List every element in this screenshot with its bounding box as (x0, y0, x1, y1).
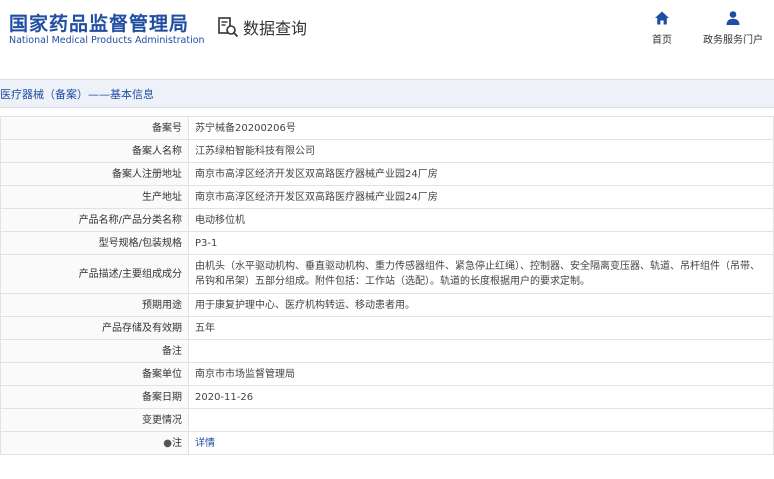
row-value (188, 408, 774, 432)
table-row: 备案人注册地址 南京市高淳区经济开发区双高路医疗器械产业园24厂房 (0, 162, 774, 186)
table-row: 备案单位 南京市市场监督管理局 (0, 362, 774, 386)
table-row: 产品描述/主要组成成分 由机头（水平驱动机构、垂直驱动机构、重力传感器组件、紧急… (0, 254, 774, 294)
row-value: 电动移位机 (188, 208, 774, 232)
row-value: 五年 (188, 316, 774, 340)
row-value: P3-1 (188, 231, 774, 255)
row-value: 南京市高淳区经济开发区双高路医疗器械产业园24厂房 (188, 162, 774, 186)
section-title: 医疗器械（备案）——基本信息 (0, 88, 154, 101)
row-label: 备案人注册地址 (0, 162, 189, 186)
site-header: 国家药品监督管理局 National Medical Products Admi… (0, 0, 774, 60)
nav-service-portal[interactable]: 政务服务门户 (703, 10, 763, 46)
row-value: 南京市高淳区经济开发区双高路医疗器械产业园24厂房 (188, 185, 774, 209)
nav-home[interactable]: 首页 (652, 10, 672, 46)
user-icon (726, 11, 740, 25)
table-row: 变更情况 (0, 408, 774, 432)
table-row: 型号规格/包装规格 P3-1 (0, 231, 774, 255)
document-search-icon (218, 17, 239, 38)
row-label-note: ●注 (0, 431, 189, 455)
row-value (188, 339, 774, 363)
row-value: 由机头（水平驱动机构、垂直驱动机构、重力传感器组件、紧急停止红绳）、控制器、安全… (188, 254, 774, 294)
row-label-text: 注 (172, 437, 182, 449)
table-row: 备案号 苏宁械备20200206号 (0, 116, 774, 140)
row-label: 预期用途 (0, 293, 189, 317)
nav-home-label: 首页 (652, 35, 672, 46)
row-label: 产品描述/主要组成成分 (0, 254, 189, 294)
row-value: 江苏绿柏智能科技有限公司 (188, 139, 774, 163)
row-label: 备案日期 (0, 385, 189, 409)
row-value: 2020-11-26 (188, 385, 774, 409)
table-row: 备案人名称 江苏绿柏智能科技有限公司 (0, 139, 774, 163)
home-icon (655, 11, 669, 25)
site-logo-cn[interactable]: 国家药品监督管理局 (9, 9, 189, 36)
table-row: 预期用途 用于康复护理中心、医疗机构转运、移动患者用。 (0, 293, 774, 317)
table-row: 产品存储及有效期 五年 (0, 316, 774, 340)
row-label: 备注 (0, 339, 189, 363)
row-label: 产品名称/产品分类名称 (0, 208, 189, 232)
row-value: 南京市市场监督管理局 (188, 362, 774, 386)
nav-service-label: 政务服务门户 (703, 35, 763, 46)
table-row: 生产地址 南京市高淳区经济开发区双高路医疗器械产业园24厂房 (0, 185, 774, 209)
info-table: 备案号 苏宁械备20200206号 备案人名称 江苏绿柏智能科技有限公司 备案人… (0, 116, 774, 455)
table-row: 产品名称/产品分类名称 电动移位机 (0, 208, 774, 232)
pin-icon: ● (163, 437, 172, 449)
row-label: 型号规格/包装规格 (0, 231, 189, 255)
row-value: 苏宁械备20200206号 (188, 116, 774, 140)
site-logo-en[interactable]: National Medical Products Administration (9, 35, 205, 46)
row-value: 详情 (188, 431, 774, 455)
row-label: 生产地址 (0, 185, 189, 209)
details-link[interactable]: 详情 (195, 438, 215, 449)
row-value: 用于康复护理中心、医疗机构转运、移动患者用。 (188, 293, 774, 317)
data-query-label: 数据查询 (243, 19, 308, 38)
row-label: 备案人名称 (0, 139, 189, 163)
row-label: 产品存储及有效期 (0, 316, 189, 340)
row-label: 备案号 (0, 116, 189, 140)
row-label: 备案单位 (0, 362, 189, 386)
data-query-link[interactable]: 数据查询 (217, 15, 307, 39)
table-row: 备案日期 2020-11-26 (0, 385, 774, 409)
table-row: ●注 详情 (0, 431, 774, 455)
table-row: 备注 (0, 339, 774, 363)
row-label: 变更情况 (0, 408, 189, 432)
section-title-bar: 医疗器械（备案）——基本信息 (0, 79, 774, 108)
